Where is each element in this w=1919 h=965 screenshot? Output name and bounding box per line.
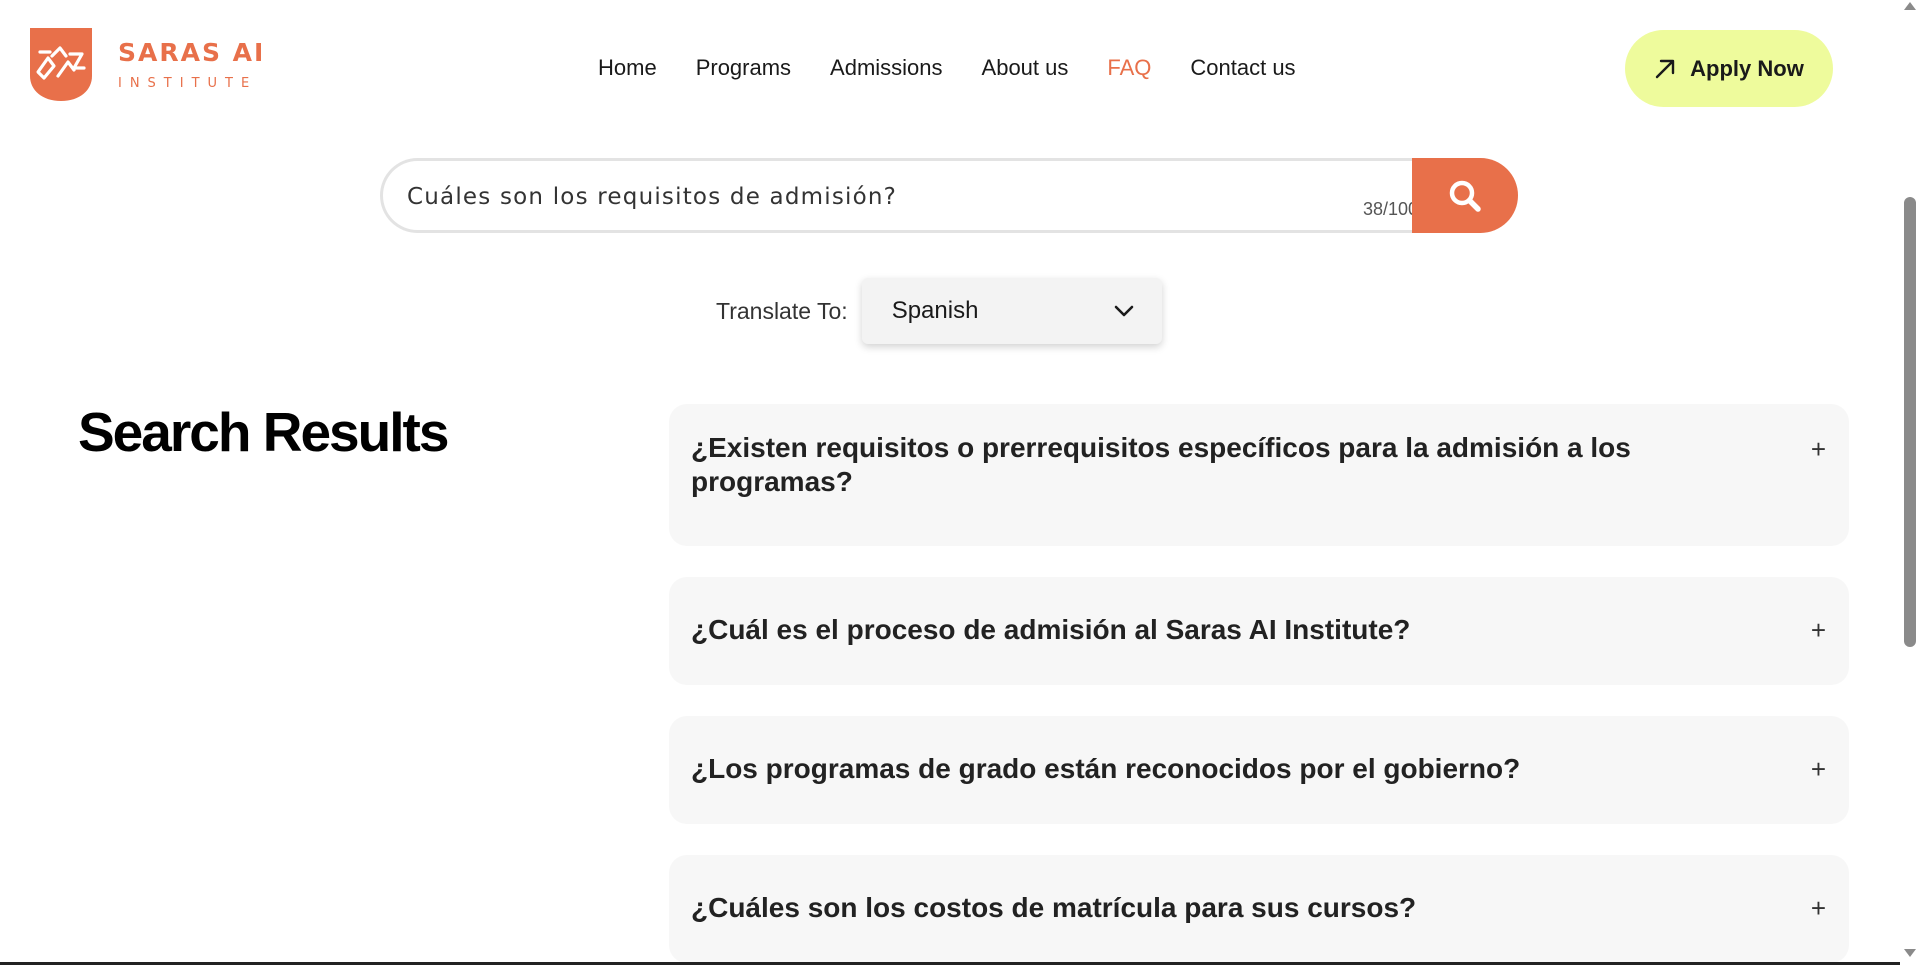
nav-item-contact-us[interactable]: Contact us (1190, 55, 1295, 81)
faq-question: ¿Los programas de grado están reconocido… (691, 753, 1521, 784)
plus-icon[interactable]: + (1811, 617, 1826, 643)
translate-control: Translate To: Spanish (716, 278, 1162, 344)
faq-item[interactable]: ¿Cuál es el proceso de admisión al Saras… (669, 577, 1849, 685)
faq-question: ¿Cuál es el proceso de admisión al Saras… (691, 614, 1411, 645)
search-bar: 38/100 (380, 158, 1518, 233)
scrollbar[interactable] (1900, 0, 1919, 965)
faq-list: ¿Existen requisitos o prerrequisitos esp… (669, 404, 1849, 965)
scroll-thumb[interactable] (1904, 197, 1916, 647)
chevron-down-icon (1114, 305, 1133, 317)
apply-now-label: Apply Now (1690, 55, 1804, 81)
scroll-down-arrow-icon[interactable] (1904, 949, 1916, 957)
brand-name: SARAS AI (118, 37, 266, 67)
plus-icon[interactable]: + (1811, 756, 1826, 782)
plus-icon[interactable]: + (1811, 895, 1826, 921)
language-select[interactable]: Spanish (861, 278, 1162, 344)
results-title: Search Results (78, 401, 449, 463)
nav-item-home[interactable]: Home (598, 55, 657, 81)
nav-item-faq[interactable]: FAQ (1107, 55, 1151, 81)
faq-question: ¿Existen requisitos o prerrequisitos esp… (691, 432, 1631, 497)
nav-item-about-us[interactable]: About us (982, 55, 1069, 81)
scroll-up-arrow-icon[interactable] (1904, 2, 1916, 10)
search-input[interactable] (407, 181, 1287, 213)
faq-item[interactable]: ¿Los programas de grado están reconocido… (669, 716, 1849, 824)
plus-icon[interactable]: + (1811, 436, 1826, 462)
nav-item-programs[interactable]: Programs (696, 55, 791, 81)
brand-tagline: INSTITUTE (118, 75, 258, 91)
search-box: 38/100 (380, 158, 1438, 233)
char-counter: 38/100 (1362, 199, 1418, 219)
search-icon (1449, 180, 1481, 212)
search-button[interactable] (1412, 158, 1518, 233)
faq-question: ¿Cuáles son los costos de matrícula para… (691, 892, 1417, 923)
faq-item[interactable]: ¿Existen requisitos o prerrequisitos esp… (669, 404, 1849, 546)
nav-item-admissions[interactable]: Admissions (830, 55, 942, 81)
main-nav: Home Programs Admissions About us FAQ Co… (598, 55, 1335, 81)
apply-now-button[interactable]: Apply Now (1625, 30, 1833, 107)
language-selected: Spanish (891, 297, 979, 324)
logo[interactable]: SARAS AI INSTITUTE (30, 28, 265, 101)
site-header: SARAS AI INSTITUTE Home Programs Admissi… (0, 0, 1900, 130)
faq-item[interactable]: ¿Cuáles son los costos de matrícula para… (669, 855, 1849, 963)
arrow-up-right-icon (1655, 59, 1675, 78)
saras-logo-icon (30, 28, 92, 101)
translate-label: Translate To: (716, 297, 848, 324)
